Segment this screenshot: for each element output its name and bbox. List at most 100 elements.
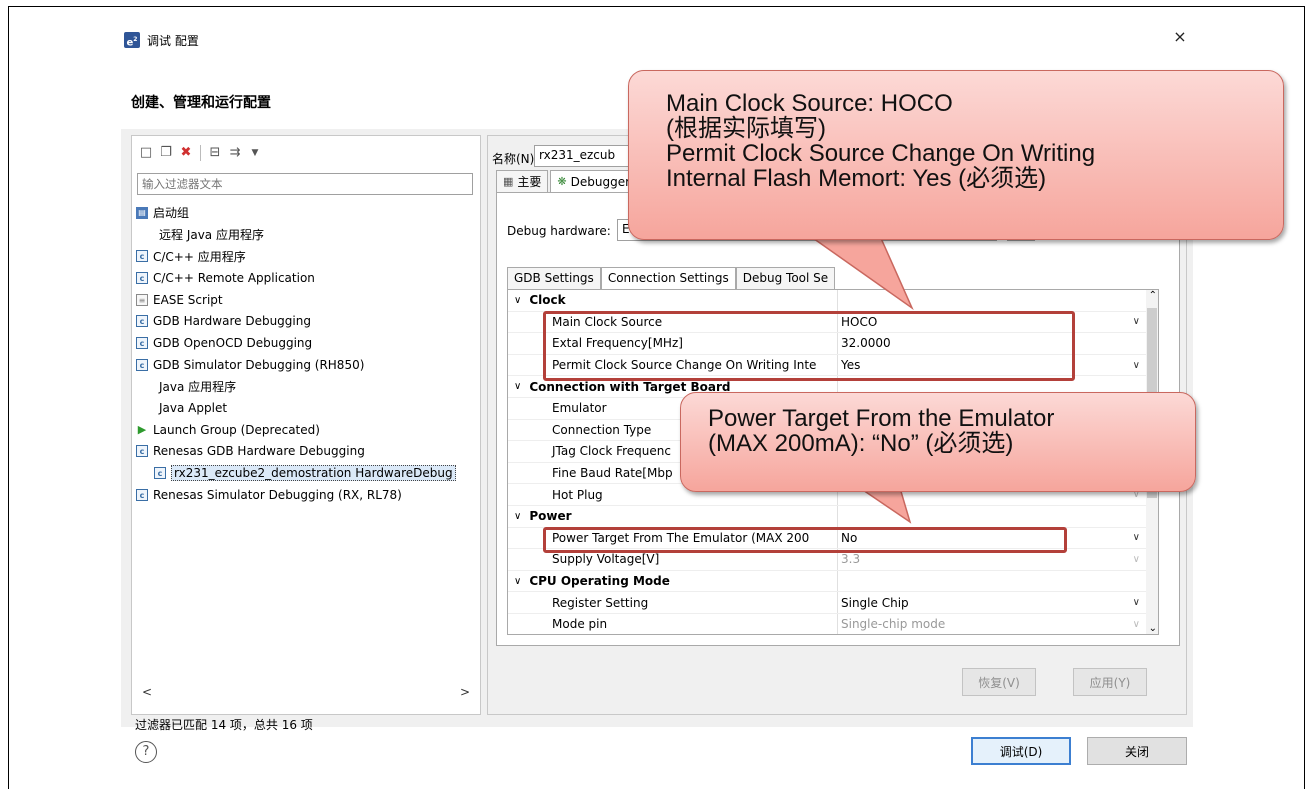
setting-value bbox=[838, 571, 1148, 592]
tree-item-label: rx231_ezcube2_demostration HardwareDebug bbox=[171, 465, 456, 482]
setting-name-text: Hot Plug bbox=[552, 487, 603, 502]
tree-item[interactable]: c rx231_ezcube2_demostration HardwareDebu… bbox=[136, 462, 476, 484]
c-config-icon: c bbox=[136, 358, 148, 371]
chevron-down-icon[interactable]: ∨ bbox=[514, 511, 521, 522]
settings-group-row[interactable]: ∨ CPU Operating Mode bbox=[508, 570, 1148, 593]
filter-input[interactable] bbox=[137, 173, 473, 195]
dropdown-chevron-icon[interactable]: ∨ bbox=[1133, 532, 1140, 543]
setting-name-text: Register Setting bbox=[552, 595, 649, 610]
callout-power-note: Power Target From the Emulator (MAX 200m… bbox=[680, 392, 1196, 492]
power-target-highlight bbox=[543, 527, 1067, 553]
filter-icon[interactable]: ⇉ bbox=[227, 145, 243, 161]
tree-item[interactable]: ≡ EASE Script bbox=[136, 289, 476, 311]
collapse-all-icon[interactable]: ⊟ bbox=[207, 145, 223, 161]
window-title: 调试 配置 bbox=[147, 34, 199, 48]
setting-name-text: Supply Voltage[V] bbox=[552, 552, 660, 567]
tree-item-label: GDB OpenOCD Debugging bbox=[153, 335, 313, 350]
tab-connection-settings[interactable]: Connection Settings bbox=[600, 267, 736, 289]
tree-item[interactable]: c Renesas Simulator Debugging (RX, RL78) bbox=[136, 484, 476, 506]
apply-button[interactable]: 应用(Y) bbox=[1073, 668, 1147, 696]
eclipse-e2-app-icon: e2 bbox=[124, 32, 140, 48]
tree-item[interactable]: c Renesas GDB Hardware Debugging bbox=[136, 441, 476, 463]
setting-name-text: Fine Baud Rate[Mbp bbox=[552, 466, 673, 481]
tab-debug-tool-settings[interactable]: Debug Tool Se bbox=[735, 267, 836, 289]
setting-name-text: Power bbox=[529, 509, 572, 524]
view-menu-chevron-icon[interactable]: ▼ bbox=[247, 145, 263, 161]
settings-row[interactable]: Mode pin Single-chip mode ∨ bbox=[508, 614, 1148, 634]
callout-2-line-2: (MAX 200mA): “No” (必须选) bbox=[708, 430, 1014, 457]
setting-name-text: Emulator bbox=[552, 401, 607, 416]
tree-item-label: Java Applet bbox=[159, 401, 228, 416]
setting-value[interactable]: Single-chip mode ∨ bbox=[838, 614, 1148, 634]
setting-value bbox=[838, 506, 1148, 527]
tree-item[interactable]: Java 应用程序 bbox=[136, 376, 476, 398]
setting-value bbox=[838, 290, 1148, 311]
debugger-sub-tabs: GDB Settings Connection Settings Debug T… bbox=[507, 267, 836, 289]
scroll-left-icon[interactable]: < bbox=[142, 685, 152, 699]
tree-item[interactable]: c GDB OpenOCD Debugging bbox=[136, 332, 476, 354]
c-config-icon: c bbox=[136, 315, 148, 328]
close-icon[interactable]: × bbox=[1171, 28, 1189, 46]
setting-value[interactable]: Single Chip ∨ bbox=[838, 592, 1148, 613]
tab-main[interactable]: ▦ 主要 bbox=[496, 170, 549, 192]
tree-item[interactable]: c C/C++ Remote Application bbox=[136, 267, 476, 289]
horizontal-scrollbar[interactable]: < > bbox=[136, 684, 476, 700]
duplicate-config-icon[interactable]: ❐ bbox=[158, 145, 174, 161]
tree-item-label: Renesas GDB Hardware Debugging bbox=[153, 444, 365, 459]
debug-button[interactable]: 调试(D) bbox=[971, 737, 1071, 765]
chevron-down-icon[interactable]: ∨ bbox=[514, 381, 521, 392]
tree-item[interactable]: 远程 Java 应用程序 bbox=[136, 224, 476, 246]
chevron-down-icon[interactable]: ∨ bbox=[514, 295, 521, 306]
revert-button[interactable]: 恢复(V) bbox=[962, 668, 1036, 696]
settings-row[interactable]: Register Setting Single Chip ∨ bbox=[508, 592, 1148, 614]
chevron-down-icon[interactable]: ∨ bbox=[514, 576, 521, 587]
settings-group-row[interactable]: ∨ Clock bbox=[508, 290, 1148, 312]
scroll-down-icon[interactable]: ⌄ bbox=[1149, 623, 1157, 634]
callout-clock-note: Main Clock Source: HOCO (根据实际填写) Permit … bbox=[628, 70, 1284, 240]
scroll-right-icon[interactable]: > bbox=[460, 685, 470, 699]
dropdown-chevron-icon[interactable]: ∨ bbox=[1133, 360, 1140, 371]
new-config-icon[interactable]: □ bbox=[138, 145, 154, 161]
tree-item[interactable]: c C/C++ 应用程序 bbox=[136, 245, 476, 267]
callout-1-line-1: Main Clock Source: HOCO bbox=[666, 90, 953, 117]
play-icon: ▶ bbox=[137, 422, 147, 436]
callout-1-line-4: Internal Flash Memort: Yes (必须选) bbox=[666, 165, 1047, 192]
tree-item-label: GDB Hardware Debugging bbox=[153, 314, 311, 329]
tree-item-label: Java 应用程序 bbox=[159, 379, 237, 394]
setting-name: ∨ Power bbox=[508, 506, 838, 527]
dropdown-chevron-icon[interactable]: ∨ bbox=[1133, 316, 1140, 327]
setting-name-text: Mode pin bbox=[552, 617, 608, 632]
c-config-icon: c bbox=[136, 271, 148, 284]
toolbar-separator bbox=[200, 145, 201, 161]
tree-item-label: 启动组 bbox=[153, 206, 190, 221]
tree-item-label: C/C++ 应用程序 bbox=[153, 249, 246, 264]
tree-item[interactable]: ▤ 启动组 bbox=[136, 202, 476, 224]
delete-config-icon[interactable]: ✖ bbox=[178, 145, 194, 161]
settings-group-row[interactable]: ∨ Power bbox=[508, 506, 1148, 528]
debugger-tab-icon: ❋ bbox=[557, 175, 567, 188]
dropdown-chevron-icon[interactable]: ∨ bbox=[1133, 619, 1140, 630]
tab-gdb-settings[interactable]: GDB Settings bbox=[507, 267, 601, 289]
tree-item[interactable]: c GDB Simulator Debugging (RH850) bbox=[136, 354, 476, 376]
tree-item[interactable]: ▶ Launch Group (Deprecated) bbox=[136, 419, 476, 441]
close-button[interactable]: 关闭 bbox=[1087, 737, 1187, 765]
tree-item-label: GDB Simulator Debugging (RH850) bbox=[153, 357, 365, 372]
help-icon[interactable]: ? bbox=[135, 741, 157, 763]
setting-name: Register Setting bbox=[508, 592, 838, 613]
tree-item-label: C/C++ Remote Application bbox=[153, 270, 315, 285]
setting-name-text: CPU Operating Mode bbox=[529, 574, 670, 589]
setting-value-text: Single-chip mode bbox=[841, 617, 946, 632]
scroll-up-icon[interactable]: ⌃ bbox=[1149, 290, 1157, 301]
clock-settings-highlight bbox=[543, 311, 1075, 381]
c-config-icon: c bbox=[154, 467, 166, 480]
dropdown-chevron-icon[interactable]: ∨ bbox=[1133, 597, 1140, 608]
setting-value-text: Single Chip bbox=[841, 595, 909, 610]
tab-debugger[interactable]: ❋ Debugger bbox=[550, 170, 638, 192]
callout-1-line-3: Permit Clock Source Change On Writing bbox=[666, 140, 1096, 167]
tree-item[interactable]: c GDB Hardware Debugging bbox=[136, 310, 476, 332]
tree-item[interactable]: Java Applet bbox=[136, 397, 476, 419]
c-config-icon: c bbox=[136, 336, 148, 349]
name-label: 名称(N): bbox=[492, 152, 539, 166]
debug-hardware-label: Debug hardware: bbox=[507, 224, 611, 238]
dropdown-chevron-icon[interactable]: ∨ bbox=[1133, 554, 1140, 565]
